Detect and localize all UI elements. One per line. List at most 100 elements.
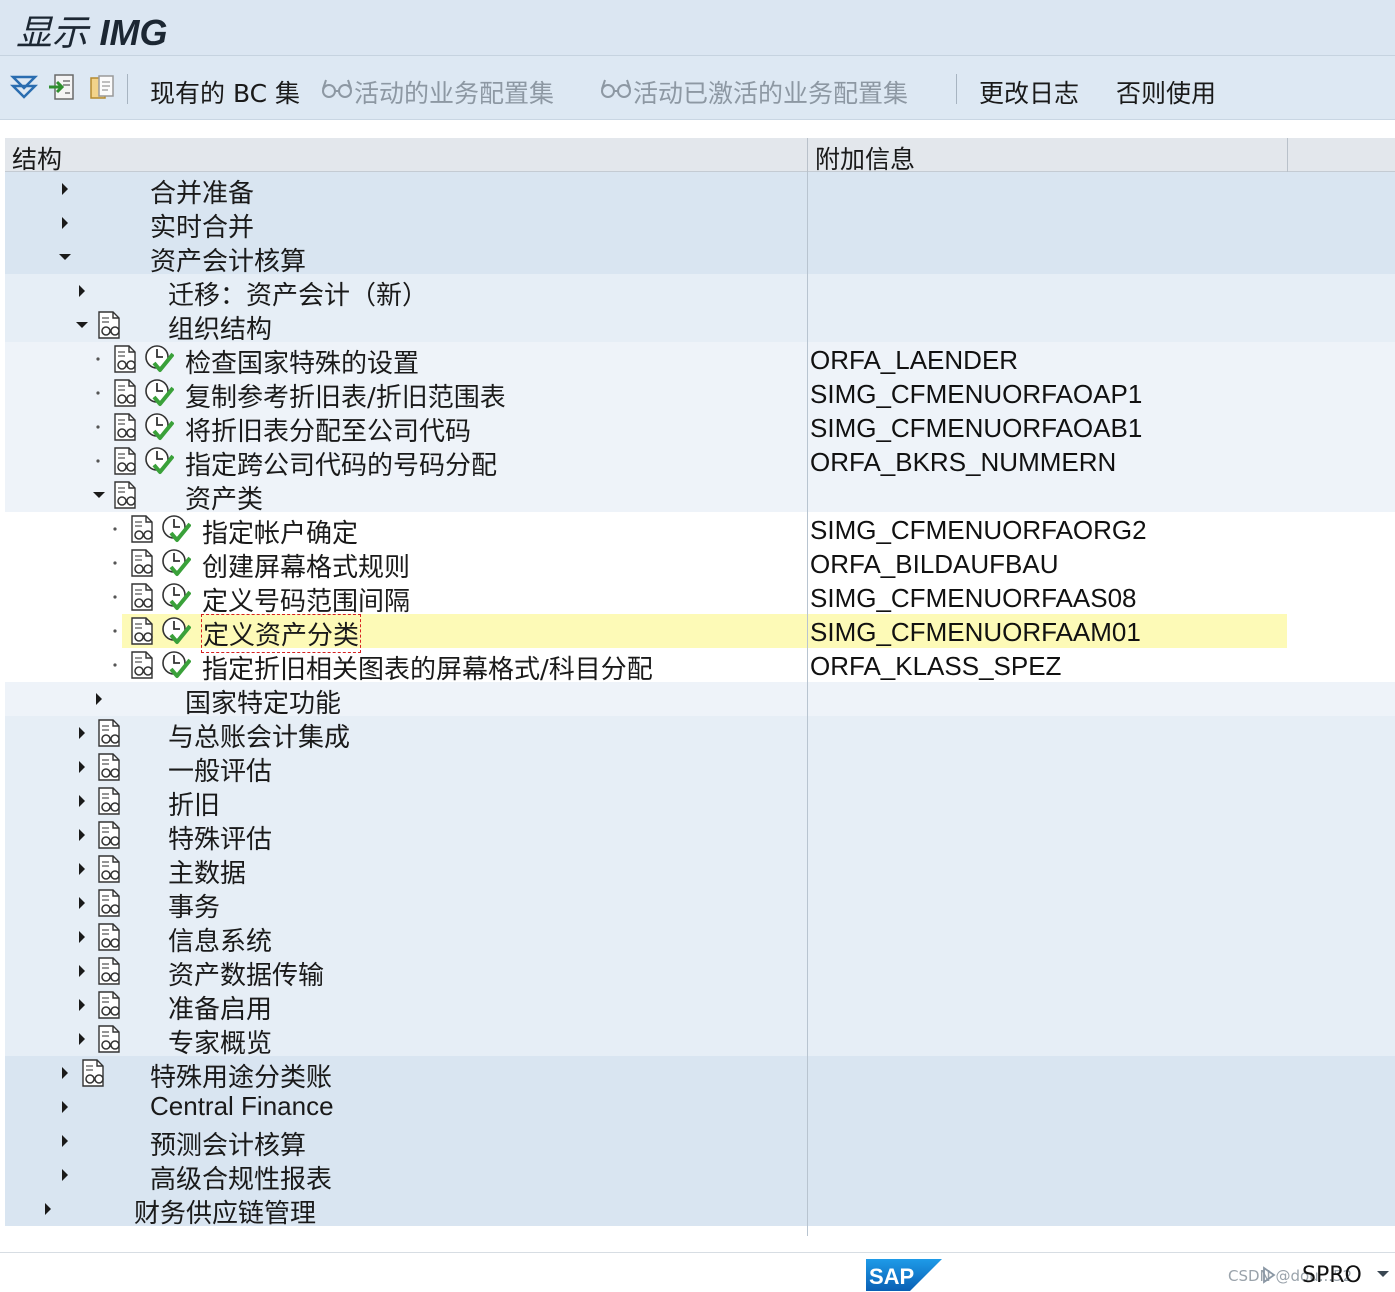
tree-node-label[interactable]: 准备启用 bbox=[168, 989, 272, 1026]
execute-activity-icon[interactable] bbox=[144, 378, 174, 408]
tree-node-label[interactable]: 创建屏幕格式规则 bbox=[202, 547, 410, 584]
tree-node[interactable]: 准备启用 bbox=[5, 988, 1395, 1025]
tree-node-label[interactable]: 检查国家特殊的设置 bbox=[185, 343, 419, 380]
documentation-icon[interactable] bbox=[96, 991, 124, 1019]
tree-node[interactable]: 将折旧表分配至公司代码 SIMG_CFMENUORFAOAB1 bbox=[5, 410, 1395, 447]
tree-node-label[interactable]: 指定帐户确定 bbox=[202, 513, 358, 550]
tree-node[interactable]: 高级合规性报表 bbox=[5, 1158, 1395, 1195]
expand-arrow-icon[interactable] bbox=[58, 1056, 72, 1090]
execute-activity-icon[interactable] bbox=[161, 582, 191, 612]
tree-node-label[interactable]: 指定跨公司代码的号码分配 bbox=[185, 445, 497, 482]
expand-arrow-icon[interactable] bbox=[75, 784, 89, 818]
tree-node-label[interactable]: 信息系统 bbox=[168, 921, 272, 958]
documentation-icon[interactable] bbox=[129, 583, 157, 611]
documentation-icon[interactable] bbox=[96, 719, 124, 747]
execute-activity-icon[interactable] bbox=[144, 344, 174, 374]
tree-node[interactable]: 主数据 bbox=[5, 852, 1395, 889]
tree-node-label[interactable]: 特殊用途分类账 bbox=[150, 1057, 332, 1094]
tree-node-label[interactable]: 预测会计核算 bbox=[150, 1125, 306, 1162]
documentation-icon[interactable] bbox=[112, 413, 140, 441]
tree-node-label[interactable]: 定义号码范围间隔 bbox=[202, 581, 410, 618]
tree-node[interactable]: 信息系统 bbox=[5, 920, 1395, 957]
import-document-icon[interactable] bbox=[48, 72, 76, 102]
tree-node-label[interactable]: 一般评估 bbox=[168, 751, 272, 788]
expand-arrow-icon[interactable] bbox=[75, 1022, 89, 1056]
expand-arrow-icon[interactable] bbox=[75, 274, 89, 308]
expand-arrow-icon[interactable] bbox=[75, 818, 89, 852]
tree-node-label[interactable]: 高级合规性报表 bbox=[150, 1159, 332, 1196]
filter-expand-icon[interactable] bbox=[10, 72, 38, 102]
tree-node-label[interactable]: Central Finance bbox=[150, 1091, 334, 1122]
execute-activity-icon[interactable] bbox=[161, 514, 191, 544]
tree-node[interactable]: 复制参考折旧表/折旧范围表 SIMG_CFMENUORFAOAP1 bbox=[5, 376, 1395, 413]
tree-node-label[interactable]: 资产会计核算 bbox=[150, 241, 306, 278]
documentation-icon[interactable] bbox=[129, 651, 157, 679]
documentation-icon[interactable] bbox=[112, 379, 140, 407]
tree-node-label[interactable]: 资产数据传输 bbox=[168, 955, 324, 992]
documentation-icon[interactable] bbox=[96, 1025, 124, 1053]
tree-node[interactable]: 事务 bbox=[5, 886, 1395, 923]
tree-node-label[interactable]: 指定折旧相关图表的屏幕格式/科目分配 bbox=[202, 649, 653, 686]
tree-node-label[interactable]: 主数据 bbox=[168, 853, 246, 890]
documentation-icon[interactable] bbox=[96, 957, 124, 985]
expand-arrow-icon[interactable] bbox=[41, 1192, 55, 1226]
column-divider[interactable] bbox=[1287, 138, 1288, 172]
tree-node[interactable]: 定义号码范围间隔 SIMG_CFMENUORFAAS08 bbox=[5, 580, 1395, 617]
active-bc-sets-button[interactable]: 活动的业务配置集 bbox=[354, 74, 554, 110]
documentation-icon[interactable] bbox=[129, 549, 157, 577]
expand-arrow-icon[interactable] bbox=[75, 716, 89, 750]
tree-node-label[interactable]: 组织结构 bbox=[168, 309, 272, 346]
documentation-icon[interactable] bbox=[96, 787, 124, 815]
collapse-arrow-icon[interactable] bbox=[75, 308, 89, 342]
tree-node[interactable]: 财务供应链管理 bbox=[5, 1192, 1395, 1229]
documentation-icon[interactable] bbox=[80, 1059, 108, 1087]
tree-node[interactable]: 资产会计核算 bbox=[5, 240, 1395, 277]
execute-activity-icon[interactable] bbox=[144, 412, 174, 442]
tree-node[interactable]: 实时合并 bbox=[5, 206, 1395, 243]
expand-arrow-icon[interactable] bbox=[58, 1158, 72, 1192]
tree-node[interactable]: 检查国家特殊的设置 ORFA_LAENDER bbox=[5, 342, 1395, 379]
tree-node-label[interactable]: 资产类 bbox=[185, 479, 263, 516]
documentation-icon[interactable] bbox=[96, 889, 124, 917]
tree-node[interactable]: 与总账会计集成 bbox=[5, 716, 1395, 753]
expand-arrow-icon[interactable] bbox=[75, 886, 89, 920]
expand-arrow-icon[interactable] bbox=[75, 852, 89, 886]
tree-node[interactable]: 国家特定功能 bbox=[5, 682, 1395, 719]
tree-node[interactable]: 预测会计核算 bbox=[5, 1124, 1395, 1161]
tree-node[interactable]: 合并准备 bbox=[5, 172, 1395, 209]
tree-node[interactable]: 指定折旧相关图表的屏幕格式/科目分配 ORFA_KLASS_SPEZ bbox=[5, 648, 1395, 685]
documentation-icon[interactable] bbox=[129, 515, 157, 543]
documentation-icon[interactable] bbox=[129, 617, 157, 645]
collapse-arrow-icon[interactable] bbox=[92, 478, 106, 512]
tree-node[interactable]: 资产数据传输 bbox=[5, 954, 1395, 991]
tree-node-label[interactable]: 迁移：资产会计（新） bbox=[168, 275, 428, 312]
tree-node[interactable]: 迁移：资产会计（新） bbox=[5, 274, 1395, 311]
tree-node-label[interactable]: 财务供应链管理 bbox=[134, 1193, 316, 1230]
expand-arrow-icon[interactable] bbox=[58, 1124, 72, 1158]
tree-node[interactable]: 组织结构 bbox=[5, 308, 1395, 345]
tree-node[interactable]: 折旧 bbox=[5, 784, 1395, 821]
tree-node[interactable]: 指定帐户确定 SIMG_CFMENUORFAORG2 bbox=[5, 512, 1395, 549]
tree-node[interactable]: Central Finance bbox=[5, 1090, 1395, 1124]
tree-node-label[interactable]: 复制参考折旧表/折旧范围表 bbox=[185, 377, 506, 414]
change-log-button[interactable]: 更改日志 bbox=[979, 74, 1079, 110]
tree-node[interactable]: 创建屏幕格式规则 ORFA_BILDAUFBAU bbox=[5, 546, 1395, 583]
execute-activity-icon[interactable] bbox=[161, 548, 191, 578]
tree-node-label[interactable]: 特殊评估 bbox=[168, 819, 272, 856]
tree-node-label[interactable]: 实时合并 bbox=[150, 207, 254, 244]
tree-node[interactable]: 资产类 bbox=[5, 478, 1395, 515]
expand-arrow-icon[interactable] bbox=[92, 682, 106, 716]
expand-arrow-icon[interactable] bbox=[75, 988, 89, 1022]
documentation-icon[interactable] bbox=[112, 447, 140, 475]
tree-node-label[interactable]: 专家概览 bbox=[168, 1023, 272, 1060]
structure-column-header[interactable]: 结构 bbox=[12, 140, 62, 176]
tree-node-label[interactable]: 将折旧表分配至公司代码 bbox=[185, 411, 471, 448]
tree-node[interactable]: 指定跨公司代码的号码分配 ORFA_BKRS_NUMMERN bbox=[5, 444, 1395, 481]
tree-node-label[interactable]: 合并准备 bbox=[150, 173, 254, 210]
column-divider[interactable] bbox=[807, 138, 808, 172]
collapse-arrow-icon[interactable] bbox=[58, 240, 72, 274]
tree-node-label[interactable]: 与总账会计集成 bbox=[168, 717, 350, 754]
documentation-icon[interactable] bbox=[96, 753, 124, 781]
tree-node[interactable]: 特殊用途分类账 bbox=[5, 1056, 1395, 1093]
where-used-button[interactable]: 否则使用 bbox=[1116, 74, 1216, 110]
